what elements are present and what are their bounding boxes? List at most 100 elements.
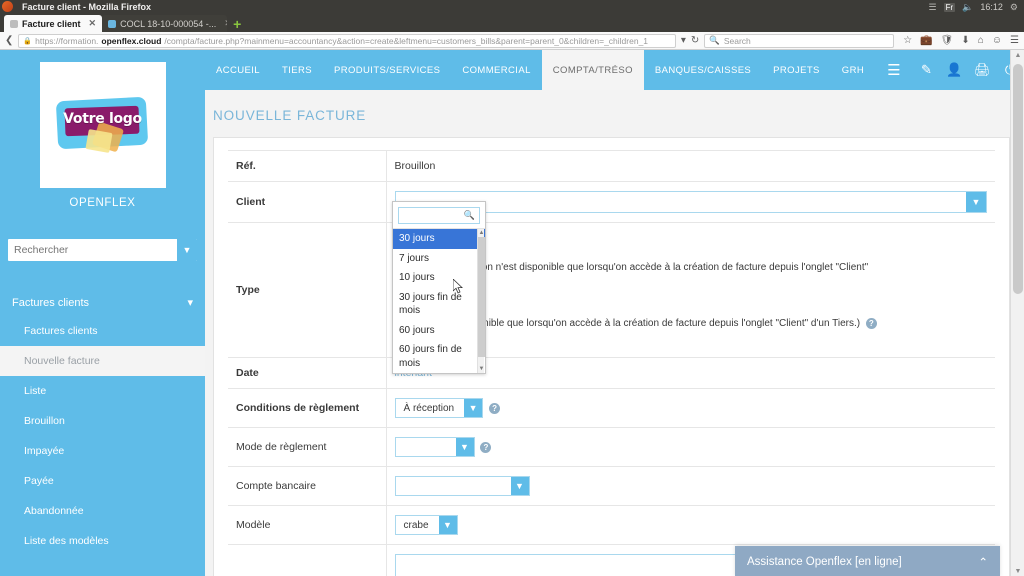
- chevron-down-icon[interactable]: ▼: [438, 516, 457, 534]
- sidebar-item-impayee[interactable]: Impayée: [0, 436, 205, 466]
- volume-icon[interactable]: 🔈: [962, 2, 973, 13]
- page-scrollbar[interactable]: ▲ ▼: [1010, 50, 1024, 576]
- dropdown-option-60-jours[interactable]: 60 jours: [393, 321, 485, 341]
- dropdown-option-list[interactable]: 30 jours 7 jours 10 jours 30 jours fin d…: [393, 228, 485, 373]
- sidebar-item-label: Abandonnée: [24, 505, 84, 517]
- firefox-logo-icon: [2, 1, 13, 12]
- lock-icon: 🔒: [23, 37, 33, 45]
- nav-item-compta-treso[interactable]: COMPTA/TRÉSO: [541, 50, 644, 90]
- sidebar-item-brouillon[interactable]: Brouillon: [0, 406, 205, 436]
- sidebar-item-payee[interactable]: Payée: [0, 466, 205, 496]
- scroll-down-icon[interactable]: ▼: [478, 365, 485, 373]
- conditions-select-value: À réception: [403, 402, 455, 414]
- sidebar-item-factures-clients[interactable]: Factures clients: [0, 316, 205, 346]
- help-icon[interactable]: ?: [865, 318, 877, 329]
- sidebar-item-label: Brouillon: [24, 415, 65, 427]
- chevron-down-icon[interactable]: ▼: [464, 399, 483, 417]
- dropdown-scrollbar[interactable]: ▲ ▼: [477, 229, 485, 373]
- chevron-down-icon[interactable]: ▼: [455, 438, 474, 456]
- help-icon[interactable]: ?: [489, 402, 501, 414]
- table-row-client: Client ▼: [228, 181, 995, 223]
- url-host: openflex.cloud: [101, 35, 162, 46]
- download-icon[interactable]: ⬇: [961, 35, 969, 46]
- dropdown-option-10-jours[interactable]: 10 jours: [393, 268, 485, 288]
- nav-item-tiers[interactable]: TIERS: [271, 50, 323, 90]
- close-icon[interactable]: ✕: [220, 18, 227, 29]
- chevron-down-icon[interactable]: ▼: [966, 192, 986, 212]
- browser-tab-0[interactable]: Facture client ✕: [4, 15, 103, 32]
- shield-icon[interactable]: 🛡: [941, 35, 954, 46]
- value-compte-bancaire: ▼: [386, 466, 995, 506]
- nav-item-grh[interactable]: GRH: [831, 50, 875, 90]
- dropdown-option-60-jours-fin-de-mois[interactable]: 60 jours fin de mois: [393, 340, 485, 373]
- scroll-down-icon[interactable]: ▼: [1011, 566, 1024, 576]
- modele-select[interactable]: crabe ▼: [394, 515, 458, 535]
- option-label: 30 jours: [399, 233, 435, 244]
- label-type: Type: [228, 222, 387, 358]
- close-icon[interactable]: ✕: [85, 18, 97, 29]
- conditions-select[interactable]: À réception ▼: [394, 398, 484, 418]
- logo: Votre logo: [39, 62, 166, 188]
- sidebar-item-liste-des-modeles[interactable]: Liste des modèles: [0, 526, 205, 556]
- chevron-down-icon[interactable]: ▾: [187, 296, 193, 309]
- search-input[interactable]: [8, 244, 177, 256]
- dropdown-option-30-jours-fin-de-mois[interactable]: 30 jours fin de mois: [393, 288, 485, 321]
- hamburger-menu-icon[interactable]: ☰: [1010, 35, 1019, 46]
- nav-item-accueil[interactable]: ACCUEIL: [205, 50, 271, 90]
- pocket-icon[interactable]: 💼: [920, 35, 932, 46]
- scrollbar-thumb[interactable]: [1013, 64, 1023, 294]
- browser-search-box[interactable]: 🔍 Search: [704, 33, 895, 48]
- scroll-up-icon[interactable]: ▲: [478, 229, 485, 237]
- table-row-ref: Réf. Brouillon: [228, 150, 995, 182]
- sidebar-item-nouvelle-facture[interactable]: Nouvelle facture: [0, 346, 205, 376]
- scrollbar-thumb[interactable]: [478, 237, 485, 357]
- hamburger-menu-icon[interactable]: ☰: [875, 50, 912, 90]
- dropdown-search-input[interactable]: [403, 210, 464, 221]
- new-tab-button[interactable]: +: [227, 17, 247, 32]
- assistance-bar[interactable]: Assistance Openflex [en ligne] ⌃: [735, 546, 1000, 576]
- sidebar-item-abandonnee[interactable]: Abandonnée: [0, 496, 205, 526]
- address-bar[interactable]: 🔒 https://formation. openflex.cloud/compt…: [18, 33, 676, 48]
- nav-item-projets[interactable]: PROJETS: [762, 50, 831, 90]
- nav-label: TIERS: [281, 64, 312, 76]
- chevron-up-icon[interactable]: ⌃: [978, 555, 988, 569]
- gear-icon[interactable]: ⚙: [1010, 2, 1018, 13]
- sync-icon[interactable]: ☺: [992, 35, 1002, 46]
- mouse-cursor-icon: [453, 279, 463, 294]
- network-icon[interactable]: ☰: [929, 2, 937, 13]
- nav-item-commercial[interactable]: COMMERCIAL: [451, 50, 541, 90]
- tab-title: Facture client: [22, 18, 81, 29]
- chevron-down-icon[interactable]: ▼: [510, 477, 529, 495]
- home-icon[interactable]: ⌂: [978, 35, 984, 46]
- browser-tab-bar: Facture client ✕ COCL 18-10-000054 -... …: [0, 14, 1024, 32]
- theme-icon[interactable]: ✎: [913, 50, 941, 90]
- nav-item-produits-services[interactable]: PRODUITS/SERVICES: [323, 50, 451, 90]
- invoice-form-table: Réf. Brouillon Client ▼ Type acement (Ce…: [228, 150, 995, 576]
- back-icon[interactable]: ❮: [5, 35, 13, 46]
- dropdown-option-7-jours[interactable]: 7 jours: [393, 249, 485, 269]
- dropdown-search-box[interactable]: 🔍: [398, 207, 480, 224]
- help-icon[interactable]: ?: [480, 441, 492, 453]
- chevron-down-icon[interactable]: ▾: [681, 35, 686, 46]
- browser-tab-1[interactable]: COCL 18-10-000054 -... ✕: [102, 15, 228, 32]
- keyboard-layout-indicator[interactable]: Fr: [943, 2, 956, 12]
- reload-icon[interactable]: ↻: [691, 35, 699, 46]
- search-icon: 🔍: [709, 35, 720, 45]
- sidebar-search[interactable]: ▼: [8, 239, 197, 261]
- conditions-dropdown-popup[interactable]: 🔍 30 jours 7 jours 10 jours 30 jours fin…: [392, 201, 486, 374]
- dropdown-option-30-jours[interactable]: 30 jours: [393, 229, 485, 249]
- system-tray: ☰ Fr 🔈 16:12 ⚙: [929, 2, 1018, 13]
- mode-select[interactable]: ▼: [394, 437, 475, 457]
- sidebar-item-liste[interactable]: Liste: [0, 376, 205, 406]
- user-icon[interactable]: 👤: [940, 50, 968, 90]
- bookmark-star-icon[interactable]: ☆: [903, 35, 912, 46]
- nav-label: COMPTA/TRÉSO: [552, 64, 633, 76]
- scroll-up-icon[interactable]: ▲: [1011, 50, 1024, 62]
- sidebar-group-factures-clients[interactable]: Factures clients ▾: [0, 289, 205, 316]
- nav-item-banques-caisses[interactable]: BANQUES/CAISSES: [644, 50, 762, 90]
- clock[interactable]: 16:12: [980, 2, 1003, 12]
- printer-icon[interactable]: 🖨: [968, 50, 996, 90]
- sidebar-item-label: Liste des modèles: [24, 535, 109, 547]
- compte-bancaire-select[interactable]: ▼: [394, 476, 530, 496]
- chevron-down-icon[interactable]: ▼: [177, 239, 197, 261]
